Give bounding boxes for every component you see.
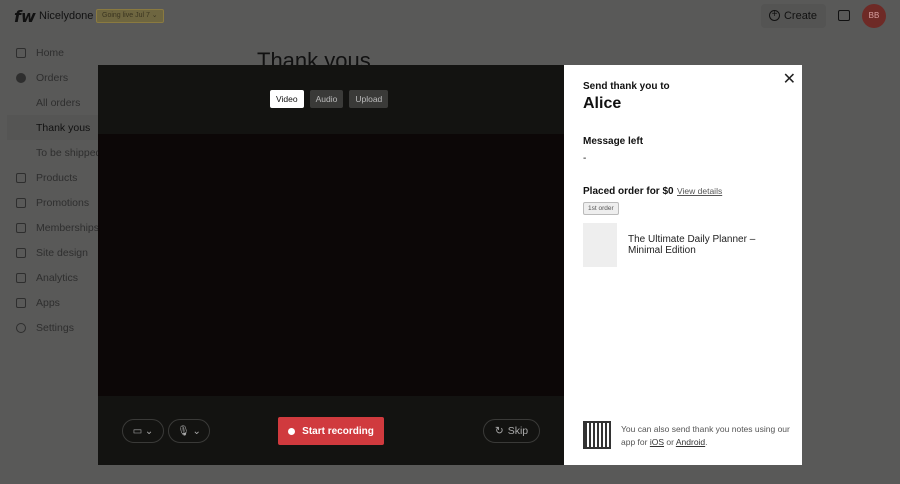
record-dot-icon <box>288 427 296 435</box>
sidebar-item-settings[interactable]: Settings <box>0 315 110 340</box>
label: Site design <box>36 246 88 259</box>
sidebar-item-promotions[interactable]: Promotions <box>0 190 110 215</box>
sidebar-item-products[interactable]: Products <box>0 165 110 190</box>
apps-icon <box>16 297 26 308</box>
customer-name: Alice <box>583 95 622 112</box>
tab-upload[interactable]: Upload <box>349 90 389 108</box>
ios-link[interactable]: iOS <box>650 437 664 447</box>
create-label: Create <box>783 10 817 22</box>
tag-icon <box>16 197 26 208</box>
shirt-icon <box>16 172 26 183</box>
store-name[interactable]: Nicelydone <box>39 10 93 22</box>
mic-select[interactable]: 🎙 ⌄ <box>168 419 210 443</box>
product-thumbnail <box>583 223 617 267</box>
tab-audio[interactable]: Audio <box>309 90 344 108</box>
thank-you-panel: ✕ Send thank you to Alice Message left -… <box>564 65 802 465</box>
layout-icon <box>16 247 26 258</box>
label: Analytics <box>36 271 79 284</box>
view-details-link[interactable]: View details <box>677 186 722 196</box>
create-button[interactable]: + Create <box>761 4 826 28</box>
qr-code-icon <box>583 421 611 449</box>
going-live-badge[interactable]: Going live Jul 7 ⌄ <box>96 9 164 23</box>
tab-video[interactable]: Video <box>270 90 304 108</box>
chart-icon <box>16 272 26 283</box>
label: Start recording <box>302 425 374 437</box>
sidebar-item-to-be-shipped[interactable]: To be shipped <box>0 140 110 165</box>
sidebar-item-site-design[interactable]: Site design <box>0 240 110 265</box>
camera-select[interactable]: ▭ ⌄ <box>122 419 164 443</box>
label: All orders <box>36 96 81 109</box>
label: Settings <box>36 321 74 334</box>
app-text: You can also send thank you notes using … <box>621 424 790 447</box>
sidebar-item-orders[interactable]: Orders <box>0 65 110 90</box>
chat-icon[interactable] <box>838 10 850 21</box>
android-link[interactable]: Android <box>676 437 705 447</box>
sidebar: Home Orders All orders Thank yous To be … <box>0 40 110 340</box>
label: To be shipped <box>36 146 102 159</box>
sidebar-item-analytics[interactable]: Analytics <box>0 265 110 290</box>
video-preview <box>98 134 564 396</box>
star-icon <box>16 222 26 233</box>
label: Orders <box>36 71 69 84</box>
product-name: The Ultimate Daily Planner – Minimal Edi… <box>628 234 756 256</box>
sidebar-item-memberships[interactable]: Memberships <box>0 215 110 240</box>
sidebar-item-apps[interactable]: Apps <box>0 290 110 315</box>
label: Memberships <box>36 221 100 234</box>
order-label: Placed order for $0 <box>583 186 674 197</box>
message-value: - <box>583 153 587 164</box>
plus-circle-icon: + <box>769 10 780 21</box>
logo[interactable]: fw <box>14 7 36 26</box>
redo-icon: ↻ <box>494 425 504 437</box>
home-icon <box>16 47 26 58</box>
label: Thank yous <box>36 121 91 134</box>
sidebar-item-all-orders[interactable]: All orders <box>0 90 110 115</box>
orders-icon <box>16 72 26 83</box>
start-recording-button[interactable]: Start recording <box>278 417 384 445</box>
gear-icon <box>16 322 26 333</box>
or-text: or <box>666 437 674 447</box>
app-promo: You can also send thank you notes using … <box>621 424 790 447</box>
sidebar-item-home[interactable]: Home <box>0 40 110 65</box>
order-badge: 1st order <box>583 202 619 215</box>
sidebar-item-thank-yous[interactable]: Thank yous <box>7 115 110 140</box>
label: Home <box>36 46 65 59</box>
label: Skip <box>507 425 529 437</box>
label: Promotions <box>36 196 90 209</box>
label: Apps <box>36 296 60 309</box>
close-icon[interactable]: ✕ <box>783 69 796 89</box>
avatar[interactable]: BB <box>862 4 886 28</box>
skip-button[interactable]: ↻ Skip <box>483 419 540 443</box>
send-label: Send thank you to <box>583 81 670 92</box>
label: Products <box>36 171 78 184</box>
message-label: Message left <box>583 136 644 147</box>
recorder-modal: Video Audio Upload ▭ ⌄ 🎙 ⌄ Start recordi… <box>98 65 564 465</box>
